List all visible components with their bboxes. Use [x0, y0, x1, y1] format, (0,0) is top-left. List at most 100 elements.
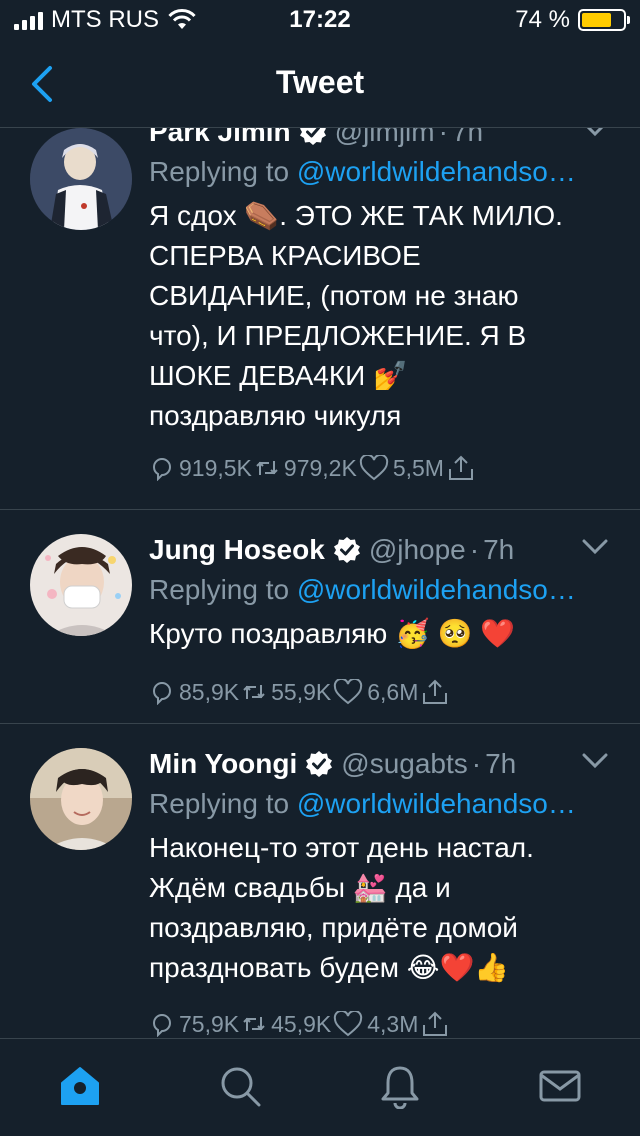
tweet-age: 7h [483, 534, 515, 565]
avatar-image [30, 128, 132, 230]
like-count: 5,5M [392, 454, 444, 481]
tweet-text: Я сдох ⚰️. ЭТО ЖЕ ТАК МИЛО. СПЕРВА КРАСИ… [149, 196, 620, 436]
reply-button[interactable]: 85,9K [149, 679, 239, 706]
retweet-icon [243, 685, 265, 699]
tweet-item[interactable]: Min Yoongi @sugabts · 7h Replying to @wo… [0, 724, 640, 1038]
retweet-count: 979,2K [283, 454, 357, 481]
tweet-text-line: ШОКЕ ДЕВА4КИ 💅 [149, 360, 408, 391]
verified-badge-icon [299, 128, 326, 145]
search-icon[interactable] [217, 1063, 263, 1109]
tweet-actions: 919,5K 979,2K 5,5M [149, 450, 620, 486]
retweet-count: 45,9K [271, 1010, 332, 1037]
like-button[interactable]: 4,3M [333, 1011, 418, 1038]
replying-to-link[interactable]: @worldwildehandso… [297, 156, 576, 187]
tweet-text-line: праздновать будем 😂❤️👍 [149, 952, 510, 983]
avatar[interactable] [30, 534, 132, 636]
replying-prefix: Replying to [149, 156, 290, 187]
share-button[interactable] [420, 678, 450, 706]
replying-prefix: Replying to [149, 788, 290, 819]
avatar[interactable] [30, 748, 132, 850]
chevron-down-icon[interactable] [582, 752, 608, 770]
share-button[interactable] [446, 454, 476, 482]
tweet-header: Park Jimin @jimjim · 7h [149, 128, 620, 152]
tweet-text-line: поздравляю чикуля [149, 400, 402, 431]
reply-button[interactable]: 75,9K [149, 1011, 239, 1038]
notifications-icon[interactable] [377, 1063, 423, 1109]
tweet-content: Park Jimin @jimjim · 7h Replying to @wor… [149, 128, 620, 486]
battery-icon [578, 9, 630, 31]
navigation-bar: Tweet [0, 40, 640, 128]
reply-count: 919,5K [179, 454, 252, 481]
retweet-count: 55,9K [271, 678, 332, 705]
chevron-down-icon[interactable] [582, 538, 608, 556]
tweet-age: 7h [485, 748, 517, 779]
tweet-header: Min Yoongi @sugabts · 7h [149, 744, 620, 784]
display-name[interactable]: Park Jimin [149, 128, 291, 148]
tweet-header: Jung Hoseok @jhope · 7h [149, 530, 620, 570]
tweet-item[interactable]: Park Jimin @jimjim · 7h Replying to @wor… [0, 128, 640, 510]
page-title: Tweet [275, 64, 365, 100]
separator-dot: · [471, 748, 482, 779]
reply-count: 75,9K [179, 1010, 240, 1037]
share-button[interactable] [420, 1010, 450, 1038]
tweet-text-line: Наконец-то этот день настал. [149, 832, 534, 863]
replying-to-link[interactable]: @worldwildehandso… [297, 788, 576, 819]
like-button[interactable]: 6,6M [333, 679, 418, 706]
tweet-text-line: Я сдох ⚰️. ЭТО ЖЕ ТАК МИЛО. [149, 200, 563, 231]
reply-icon [152, 682, 171, 705]
reply-feed[interactable]: Park Jimin @jimjim · 7h Replying to @wor… [0, 128, 640, 1038]
replying-to: Replying to @worldwildehandso… [149, 152, 620, 192]
separator-dot: · [438, 128, 448, 147]
retweet-button[interactable]: 45,9K [241, 1011, 331, 1038]
replying-to-link[interactable]: @worldwildehandso… [297, 574, 576, 605]
like-button[interactable]: 5,5M [359, 455, 444, 482]
like-count: 6,6M [367, 678, 419, 705]
user-handle: @jimjim [334, 128, 435, 147]
avatar-image [30, 748, 132, 850]
tweet-actions: 85,9K 55,9K 6,6M [149, 674, 620, 710]
tweet-item[interactable]: Jung Hoseok @jhope · 7h Replying to @wor… [0, 510, 640, 724]
status-right: 74 % [515, 6, 630, 34]
user-handle: @sugabts [341, 748, 468, 779]
retweet-icon [256, 461, 278, 475]
tweet-text-line: СВИДАНИЕ, (потом не знаю [149, 280, 519, 311]
display-name[interactable]: Jung Hoseok [149, 534, 325, 566]
replying-to: Replying to @worldwildehandso… [149, 784, 620, 824]
tweet-age: 7h [451, 128, 484, 147]
replying-to: Replying to @worldwildehandso… [149, 570, 620, 610]
verified-badge-icon [333, 537, 360, 563]
home-icon[interactable] [57, 1063, 103, 1109]
reply-button[interactable]: 919,5K [149, 455, 252, 482]
reply-count: 85,9K [179, 678, 240, 705]
tweet-text-line: Ждём свадьбы 💒 да и [149, 872, 451, 903]
tweet-text-line: СПЕРВА КРАСИВОЕ [149, 240, 421, 271]
tweet-content: Min Yoongi @sugabts · 7h Replying to @wo… [149, 744, 620, 1038]
retweet-button[interactable]: 979,2K [254, 455, 357, 482]
tweet-text-line: Круто поздравляю 🥳 🥺 ❤️ [149, 618, 516, 649]
tweet-text: Круто поздравляю 🥳 🥺 ❤️ [149, 614, 620, 654]
tweet-actions: 75,9K 45,9K 4,3M [149, 1006, 620, 1038]
tweet-text-line: что), И ПРЕДЛОЖЕНИЕ. Я В [149, 320, 527, 351]
verified-badge-icon [306, 751, 333, 777]
status-bar: MTS RUS 17:22 74 % [0, 0, 640, 40]
messages-icon[interactable] [537, 1063, 583, 1109]
tweet-text-line: поздравляю, придёте домой [149, 912, 518, 943]
avatar-image [30, 534, 132, 636]
share-icon [423, 679, 448, 704]
heart-icon [334, 679, 363, 705]
like-count: 4,3M [367, 1010, 419, 1037]
battery-fill [582, 13, 611, 27]
retweet-icon [243, 1017, 265, 1031]
tweet-content: Jung Hoseok @jhope · 7h Replying to @wor… [149, 530, 620, 710]
avatar[interactable] [30, 128, 132, 230]
battery-percent: 74 % [515, 6, 570, 33]
share-icon [423, 1011, 448, 1036]
chevron-down-icon[interactable] [582, 128, 608, 138]
share-icon [448, 455, 473, 480]
tab-bar [0, 1038, 640, 1136]
heart-icon [359, 455, 388, 481]
retweet-button[interactable]: 55,9K [241, 679, 331, 706]
display-name[interactable]: Min Yoongi [149, 748, 297, 780]
replying-prefix: Replying to [149, 574, 290, 605]
reply-icon [152, 458, 171, 481]
